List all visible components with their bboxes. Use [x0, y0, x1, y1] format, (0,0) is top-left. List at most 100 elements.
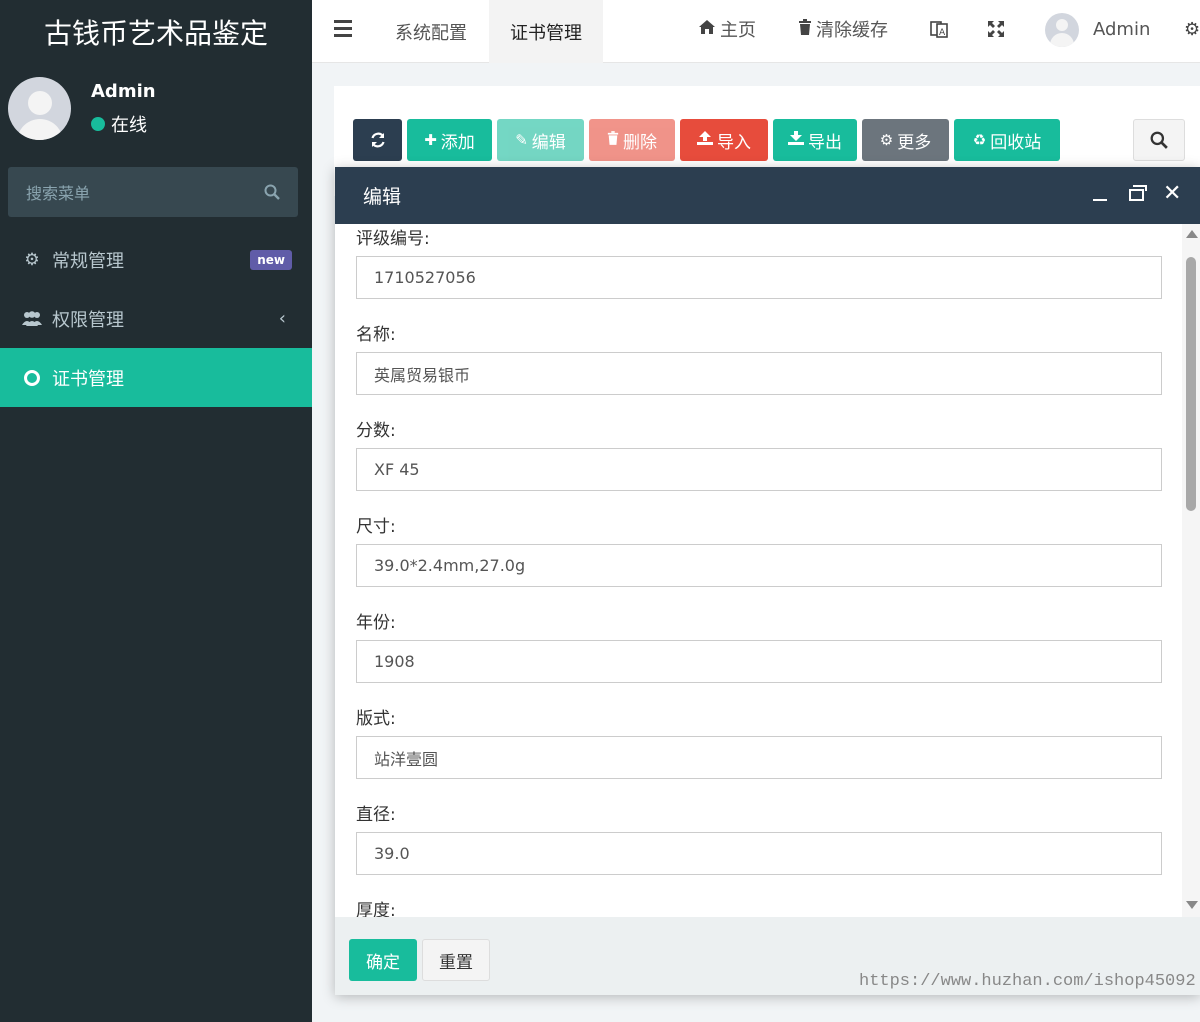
- field-label: 名称:: [356, 325, 396, 345]
- scroll-up-arrow-icon[interactable]: [1186, 230, 1198, 238]
- recycle-label: 回收站: [990, 132, 1042, 153]
- home-label: 主页: [720, 20, 756, 41]
- size-input[interactable]: 39.0*2.4mm,27.0g: [356, 544, 1162, 587]
- refresh-icon: [370, 132, 385, 148]
- field-size: 尺寸: 39.0*2.4mm,27.0g: [356, 512, 1162, 587]
- table-search-button[interactable]: [1133, 119, 1185, 161]
- maximize-icon[interactable]: [1129, 185, 1147, 201]
- field-label: 厚度:: [356, 901, 396, 917]
- user-avatar[interactable]: [1045, 13, 1079, 47]
- clear-cache-label: 清除缓存: [816, 20, 888, 41]
- dialog-header: 编辑 ✕: [335, 167, 1200, 224]
- dialog-title: 编辑: [363, 186, 402, 208]
- edit-dialog: 编辑 ✕ 评级编号: 1710527056 名称: 英属贸易银币 分数: XF …: [335, 167, 1200, 995]
- field-label: 版式:: [356, 709, 396, 729]
- sidebar-menu: ⚙ 常规管理 new 权限管理 ‹ 证书管理: [0, 230, 312, 407]
- user-name: Admin: [91, 81, 156, 102]
- export-button[interactable]: 导出: [773, 119, 857, 161]
- add-button[interactable]: ✚ 添加: [407, 119, 492, 161]
- gear-icon: ⚙: [879, 131, 894, 149]
- svg-text:A: A: [939, 28, 946, 38]
- clear-cache-link[interactable]: 清除缓存: [798, 0, 888, 58]
- score-input[interactable]: XF 45: [356, 448, 1162, 491]
- dialog-scrollbar[interactable]: [1182, 224, 1200, 917]
- watermark-text: https://www.huzhan.com/ishop45092: [859, 972, 1196, 991]
- scroll-down-arrow-icon[interactable]: [1186, 901, 1198, 909]
- field-name: 名称: 英属贸易银币: [356, 320, 1162, 395]
- sidebar-item-permissions[interactable]: 权限管理 ‹: [0, 289, 312, 348]
- sidebar-item-general[interactable]: ⚙ 常规管理 new: [0, 230, 312, 289]
- import-label: 导入: [717, 132, 751, 153]
- menu-toggle-icon[interactable]: [334, 20, 352, 38]
- pencil-icon: ✎: [515, 131, 528, 149]
- field-label: 尺寸:: [356, 517, 396, 537]
- translate-icon[interactable]: A: [930, 0, 948, 58]
- new-badge: new: [250, 250, 292, 270]
- more-label: 更多: [897, 132, 932, 153]
- search-icon[interactable]: [264, 184, 280, 200]
- field-score: 分数: XF 45: [356, 416, 1162, 491]
- sidebar-item-label: 常规管理: [52, 250, 124, 272]
- edit-button[interactable]: ✎ 编辑: [497, 119, 584, 161]
- field-grade-number: 评级编号: 1710527056: [356, 224, 1162, 299]
- field-thickness: 厚度:: [356, 896, 1162, 917]
- sidebar-item-label: 权限管理: [52, 309, 124, 331]
- home-icon: [698, 19, 716, 40]
- trash-icon: [607, 131, 619, 149]
- sidebar-item-certificates[interactable]: 证书管理: [0, 348, 312, 407]
- field-diameter: 直径: 39.0: [356, 800, 1162, 875]
- circle-icon: [22, 368, 42, 388]
- recycle-icon: ♻: [972, 131, 987, 149]
- fullscreen-icon[interactable]: [987, 0, 1005, 58]
- upload-icon: [697, 131, 713, 149]
- recycle-bin-button[interactable]: ♻ 回收站: [954, 119, 1060, 161]
- sidebar-item-label: 证书管理: [52, 368, 124, 390]
- tab-certificates[interactable]: 证书管理: [489, 0, 603, 63]
- close-icon[interactable]: ✕: [1163, 181, 1181, 206]
- tab-system-config[interactable]: 系统配置: [374, 0, 488, 63]
- status-label: 在线: [111, 115, 147, 136]
- menu-search-input[interactable]: 搜索菜单: [8, 167, 298, 217]
- grade-number-input[interactable]: 1710527056: [356, 256, 1162, 299]
- year-input[interactable]: 1908: [356, 640, 1162, 683]
- home-link[interactable]: 主页: [698, 0, 756, 58]
- user-menu-name[interactable]: Admin: [1093, 0, 1150, 58]
- variety-input[interactable]: 站洋壹圆: [356, 736, 1162, 779]
- dialog-body: 评级编号: 1710527056 名称: 英属贸易银币 分数: XF 45 尺寸…: [335, 224, 1200, 917]
- field-label: 评级编号:: [356, 229, 430, 249]
- sidebar: 古钱币艺术品鉴定 Admin 在线 搜索菜单 ⚙ 常规管理 new 权限管理 ‹…: [0, 0, 312, 1022]
- chevron-left-icon: ‹: [278, 308, 286, 329]
- top-navbar: 系统配置 证书管理 主页 清除缓存 A Admin ⚙: [312, 0, 1200, 63]
- reset-button[interactable]: 重置: [422, 939, 490, 981]
- name-input[interactable]: 英属贸易银币: [356, 352, 1162, 395]
- scrollbar-thumb[interactable]: [1186, 257, 1196, 511]
- online-dot-icon: [91, 117, 105, 131]
- confirm-button[interactable]: 确定: [349, 939, 417, 981]
- field-label: 分数:: [356, 421, 396, 441]
- field-label: 直径:: [356, 805, 396, 825]
- add-label: 添加: [440, 132, 475, 153]
- users-icon: [22, 309, 42, 329]
- refresh-button[interactable]: [353, 119, 402, 161]
- download-icon: [788, 131, 804, 149]
- more-button[interactable]: ⚙ 更多: [862, 119, 949, 161]
- avatar: [8, 77, 71, 140]
- search-icon: [1150, 131, 1168, 149]
- settings-gear-icon[interactable]: ⚙: [1184, 0, 1200, 58]
- plus-icon: ✚: [424, 131, 437, 149]
- delete-button[interactable]: 删除: [589, 119, 675, 161]
- field-label: 年份:: [356, 613, 396, 633]
- search-placeholder: 搜索菜单: [26, 184, 91, 203]
- app-title: 古钱币艺术品鉴定: [43, 16, 268, 50]
- edit-label: 编辑: [531, 132, 566, 153]
- import-button[interactable]: 导入: [680, 119, 768, 161]
- delete-label: 删除: [623, 132, 657, 153]
- field-variety: 版式: 站洋壹圆: [356, 704, 1162, 779]
- diameter-input[interactable]: 39.0: [356, 832, 1162, 875]
- minimize-icon[interactable]: [1093, 199, 1107, 201]
- table-toolbar: ✚ 添加 ✎ 编辑 删除 导入 导出 ⚙ 更多 ♻ 回收站: [353, 119, 1065, 161]
- field-year: 年份: 1908: [356, 608, 1162, 683]
- gears-icon: ⚙: [24, 249, 40, 270]
- trash-icon: [798, 18, 812, 40]
- user-status: 在线: [91, 111, 147, 137]
